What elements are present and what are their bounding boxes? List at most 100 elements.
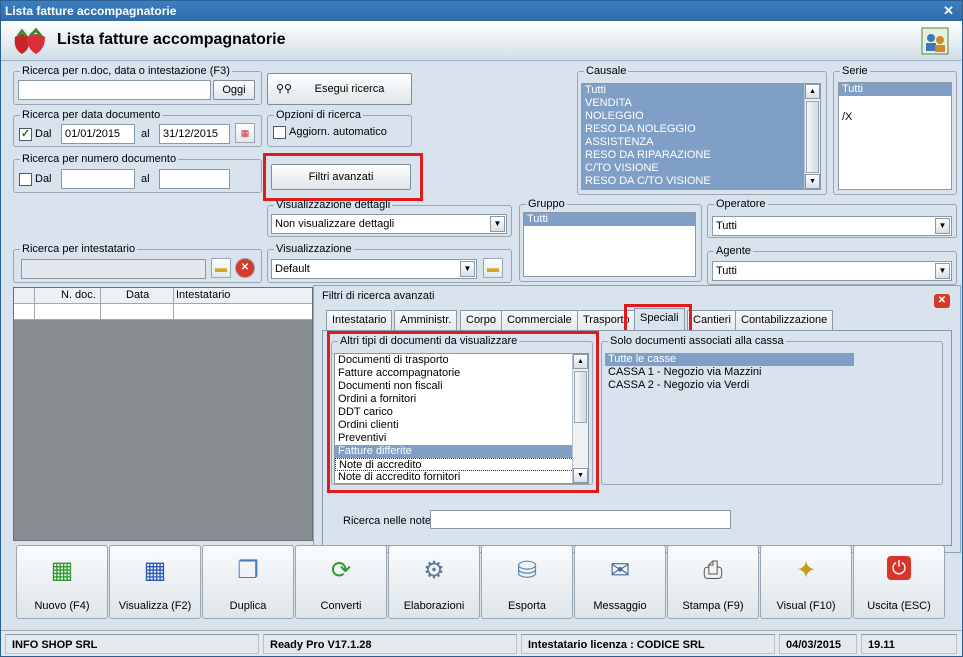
list-item[interactable]: Documenti di trasporto xyxy=(335,354,588,367)
notes-search-input[interactable] xyxy=(430,510,731,529)
processing-button[interactable]: ⚙ Elaborazioni xyxy=(388,545,480,619)
tab-trasporto[interactable]: Trasporto xyxy=(577,310,636,330)
execute-search-button[interactable]: ⚲⚲ Esegui ricerca xyxy=(267,73,412,105)
convert-button[interactable]: ⟳ Converti xyxy=(295,545,387,619)
documents-grid[interactable]: N. doc. Data Intestatario xyxy=(13,287,313,541)
cassa-list[interactable]: Tutte le casse CASSA 1 - Negozio via Maz… xyxy=(605,353,854,484)
date-to-label: al xyxy=(141,128,150,140)
number-from-input[interactable] xyxy=(61,169,135,189)
tab-corpo[interactable]: Corpo xyxy=(460,310,502,330)
scroll-up-icon[interactable]: ▲ xyxy=(805,84,820,99)
tab-amministr[interactable]: Amministr. xyxy=(394,310,458,330)
exit-button[interactable]: ⏻ Uscita (ESC) xyxy=(853,545,945,619)
duplicate-button[interactable]: ❐ Duplica xyxy=(202,545,294,619)
view-button[interactable]: ▦ Visualizza (F2) xyxy=(109,545,201,619)
folder-icon[interactable]: ▬ xyxy=(211,258,231,278)
operatore-select[interactable]: Tutti ▼ xyxy=(712,216,952,236)
list-item[interactable]: Ordini a fornitori xyxy=(335,393,588,406)
view-value: Default xyxy=(275,263,310,275)
number-from-checkbox[interactable] xyxy=(19,173,32,186)
chevron-down-icon[interactable]: ▼ xyxy=(935,263,950,279)
chevron-down-icon[interactable]: ▼ xyxy=(490,216,505,232)
folder-icon[interactable]: ▬ xyxy=(483,258,503,278)
scroll-down-icon[interactable]: ▼ xyxy=(573,468,588,483)
date-to-input[interactable]: 31/12/2015 xyxy=(159,124,230,144)
scroll-down-icon[interactable]: ▼ xyxy=(805,174,820,189)
list-item[interactable]: /X xyxy=(839,111,951,124)
list-item[interactable]: Fatture differite xyxy=(335,445,588,458)
agente-select[interactable]: Tutti ▼ xyxy=(712,261,952,281)
tab-commerciale[interactable]: Commerciale xyxy=(501,310,578,330)
list-item[interactable]: VENDITA xyxy=(582,97,820,110)
list-item[interactable] xyxy=(839,96,951,109)
scrollbar[interactable]: ▲ ▼ xyxy=(804,84,820,189)
serie-list[interactable]: Tutti /X xyxy=(838,82,952,190)
column-header[interactable]: Intestatario xyxy=(176,289,230,301)
doc-types-list[interactable]: Documenti di trasporto Fatture accompagn… xyxy=(334,353,589,484)
list-item[interactable]: C/TO VISIONE xyxy=(582,162,820,175)
scroll-thumb[interactable] xyxy=(574,371,587,423)
tab-cantieri[interactable]: Cantieri xyxy=(687,310,737,330)
list-item[interactable]: RESO DA RIPARAZIONE xyxy=(582,149,820,162)
button-label: Visual (F10) xyxy=(776,600,836,612)
list-item[interactable]: Fatture accompagnatorie xyxy=(335,367,588,380)
new-button[interactable]: ▦ Nuovo (F4) xyxy=(16,545,108,619)
button-label: Esporta xyxy=(508,600,546,612)
message-button[interactable]: ✉ Messaggio xyxy=(574,545,666,619)
list-item[interactable]: NOLEGGIO xyxy=(582,110,820,123)
list-item[interactable]: Ordini clienti xyxy=(335,419,588,432)
column-header[interactable]: Data xyxy=(126,289,149,301)
holder-search-input[interactable] xyxy=(21,259,206,279)
visual-button[interactable]: ✦ Visual (F10) xyxy=(760,545,852,619)
search-text-input[interactable] xyxy=(18,80,211,100)
close-icon[interactable]: ✕ xyxy=(943,1,954,21)
calendar-icon[interactable]: ▦ xyxy=(235,123,255,143)
printer-icon: ⎙ xyxy=(703,557,723,584)
tab-contabilizzazione[interactable]: Contabilizzazione xyxy=(735,310,834,330)
list-item[interactable]: ASSISTENZA xyxy=(582,136,820,149)
view-select[interactable]: Default ▼ xyxy=(271,259,477,279)
list-item[interactable]: Tutti xyxy=(524,213,695,226)
button-label: Visualizza (F2) xyxy=(118,600,192,612)
execute-search-label: Esegui ricerca xyxy=(314,83,385,95)
date-from-checkbox[interactable]: ✓ xyxy=(19,128,32,141)
list-item[interactable]: Documenti non fiscali xyxy=(335,380,588,393)
list-item[interactable]: Tutti xyxy=(582,84,820,97)
list-item[interactable]: CASSA 1 - Negozio via Mazzini xyxy=(605,366,854,379)
scroll-up-icon[interactable]: ▲ xyxy=(573,354,588,369)
gruppo-list[interactable]: Tutti xyxy=(523,212,696,277)
causale-list[interactable]: Tutti VENDITA NOLEGGIO RESO DA NOLEGGIO … xyxy=(581,83,821,190)
table-row[interactable] xyxy=(14,304,312,320)
list-item[interactable]: CASSA 2 - Negozio via Verdi xyxy=(605,379,854,392)
chevron-down-icon[interactable]: ▼ xyxy=(935,218,950,234)
tab-speciali[interactable]: Speciali xyxy=(634,308,685,332)
list-item[interactable]: Preventivi xyxy=(335,432,588,445)
list-item[interactable]: DDT carico xyxy=(335,406,588,419)
auto-update-checkbox[interactable] xyxy=(273,126,286,139)
close-icon[interactable]: ✕ xyxy=(934,294,950,308)
today-button[interactable]: Oggi xyxy=(213,80,255,100)
scroll-thumb[interactable] xyxy=(806,101,819,173)
list-item[interactable]: Tutti xyxy=(839,83,951,96)
clear-icon[interactable]: ✕ xyxy=(235,258,255,278)
number-to-input[interactable] xyxy=(159,169,230,189)
list-item[interactable]: Note di accredito fornitori xyxy=(335,471,588,483)
tab-intestatario[interactable]: Intestatario xyxy=(326,310,393,330)
duplicate-icon: ❐ xyxy=(237,557,259,584)
users-settings-icon[interactable] xyxy=(921,27,949,55)
list-item[interactable]: Note di accredito xyxy=(335,458,588,471)
column-header[interactable]: N. doc. xyxy=(61,289,96,301)
details-view-select[interactable]: Non visualizzare dettagli ▼ xyxy=(271,214,507,234)
chevron-down-icon[interactable]: ▼ xyxy=(460,261,475,277)
print-button[interactable]: ⎙ Stampa (F9) xyxy=(667,545,759,619)
button-label: Nuovo (F4) xyxy=(34,600,90,612)
export-button[interactable]: ⛁ Esporta xyxy=(481,545,573,619)
advanced-filters-button[interactable]: Filtri avanzati xyxy=(271,164,411,190)
list-item[interactable]: RESO DA C/TO VISIONE xyxy=(582,175,820,188)
date-from-input[interactable]: 01/01/2015 xyxy=(61,124,135,144)
list-item[interactable]: Tutte le casse xyxy=(605,353,854,366)
scrollbar[interactable]: ▲ ▼ xyxy=(572,354,588,483)
list-item[interactable]: RESO DA NOLEGGIO xyxy=(582,123,820,136)
button-label: Stampa (F9) xyxy=(682,600,744,612)
causale-legend: Causale xyxy=(586,65,627,77)
